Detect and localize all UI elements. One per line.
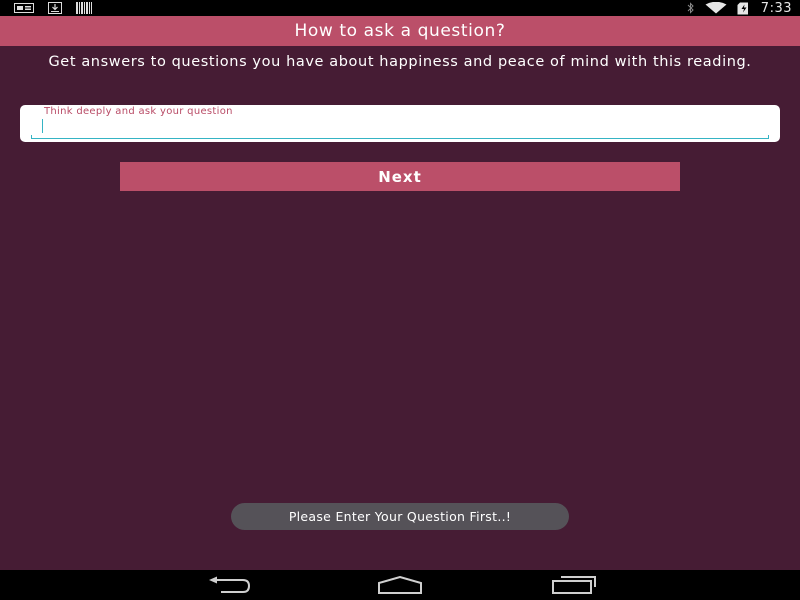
status-notifications xyxy=(14,2,92,14)
download-icon xyxy=(48,2,62,14)
battery-charging-icon xyxy=(737,2,748,14)
status-time: 7:33 xyxy=(760,0,792,16)
recent-apps-button[interactable] xyxy=(542,573,602,597)
description-text: Get answers to questions you have about … xyxy=(48,54,752,70)
title-bar: How to ask a question? xyxy=(0,16,800,46)
page-title: How to ask a question? xyxy=(294,21,506,41)
home-button[interactable] xyxy=(370,573,430,597)
wifi-icon xyxy=(705,2,727,14)
back-button[interactable] xyxy=(199,573,259,597)
question-field-label: Think deeply and ask your question xyxy=(44,106,233,117)
input-underline xyxy=(31,135,769,139)
status-system: 7:33 xyxy=(687,0,792,16)
text-caret xyxy=(42,119,43,133)
home-icon xyxy=(378,576,422,594)
question-field-container[interactable]: Think deeply and ask your question xyxy=(20,105,780,142)
notification-card-icon xyxy=(14,3,34,13)
navigation-bar xyxy=(0,570,800,600)
bluetooth-icon xyxy=(687,2,694,14)
recent-apps-icon xyxy=(552,576,596,594)
toast-text: Please Enter Your Question First..! xyxy=(288,509,512,524)
status-bar: 7:33 xyxy=(0,0,800,16)
toast-message: Please Enter Your Question First..! xyxy=(231,503,569,530)
barcode-icon xyxy=(76,2,92,14)
back-icon xyxy=(209,576,251,593)
next-button[interactable]: Next xyxy=(120,162,680,191)
